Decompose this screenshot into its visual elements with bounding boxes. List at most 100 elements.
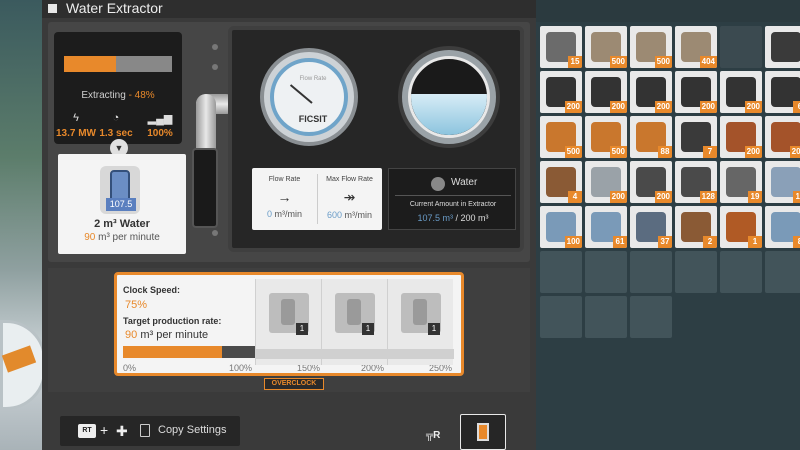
gauge-panel: Flow Rate FICSIT Flow Rate → 0 m³/min Ma… bbox=[228, 26, 524, 252]
water-extractor-window: Water Extractor Extracting - 48% ϟ 13.7 … bbox=[42, 0, 536, 450]
inventory-slot[interactable]: 200 bbox=[540, 71, 582, 113]
tick-label: 100% bbox=[229, 363, 253, 373]
inventory-slot[interactable]: 200 bbox=[585, 71, 627, 113]
item-quantity: 2 bbox=[703, 236, 717, 248]
flow-rate-title: Flow Rate bbox=[268, 176, 301, 183]
max-flow-value: 600 m³/min bbox=[317, 210, 382, 220]
gauge-face: Flow Rate FICSIT bbox=[270, 58, 348, 136]
extraction-progress-fill bbox=[64, 56, 116, 72]
inventory-slot[interactable]: 8 bbox=[765, 206, 800, 248]
document-icon bbox=[140, 424, 150, 437]
slot-bar bbox=[256, 349, 322, 359]
inventory-slot[interactable]: 61 bbox=[585, 206, 627, 248]
item-quantity: 200 bbox=[744, 146, 762, 158]
power-shard-slot[interactable]: 1 bbox=[321, 279, 388, 365]
inventory-slot-empty[interactable] bbox=[720, 251, 762, 293]
inventory-slot[interactable]: 200 bbox=[585, 161, 627, 203]
gauge-brand: FICSIT bbox=[298, 114, 328, 124]
output-amount: 107.5 bbox=[106, 198, 136, 211]
inventory-slot-empty[interactable] bbox=[585, 296, 627, 338]
cycle-value: 1.3 sec bbox=[99, 128, 133, 139]
inventory-slot[interactable]: 2 bbox=[675, 206, 717, 248]
flow-rate-gauge: Flow Rate FICSIT bbox=[260, 48, 358, 146]
standby-switch[interactable] bbox=[460, 414, 506, 450]
inventory-slot[interactable]: 404 bbox=[675, 26, 717, 68]
inventory-slot[interactable]: 200 bbox=[630, 161, 672, 203]
item-quantity: 200 bbox=[654, 101, 672, 113]
item-quantity: 200 bbox=[609, 191, 627, 203]
inventory-slot-empty[interactable] bbox=[540, 251, 582, 293]
item-quantity: 200 bbox=[654, 191, 672, 203]
inventory-slot[interactable]: 200 bbox=[675, 71, 717, 113]
target-rate-unit: m³ per minute bbox=[140, 329, 209, 341]
slot-count: 1 bbox=[296, 323, 308, 335]
inventory-slot-empty[interactable] bbox=[675, 251, 717, 293]
r-key-icon: ╦R bbox=[426, 430, 441, 441]
pipe-sleeve bbox=[192, 148, 218, 228]
inventory-slot[interactable]: 200 bbox=[765, 116, 800, 158]
slot-count: 1 bbox=[428, 323, 440, 335]
inventory-slot[interactable]: 88 bbox=[630, 116, 672, 158]
inventory-slot[interactable]: 200 bbox=[720, 71, 762, 113]
max-flow-column: Max Flow Rate ↠ 600 m³/min bbox=[317, 168, 382, 230]
inventory-slot[interactable]: 500 bbox=[540, 116, 582, 158]
inventory-slot[interactable]: 500 bbox=[585, 116, 627, 158]
clock-speed-slider[interactable] bbox=[123, 346, 255, 358]
clock-speed-area: Clock Speed: 75% Target production rate:… bbox=[48, 268, 530, 392]
inventory-slot[interactable]: 500 bbox=[630, 26, 672, 68]
item-quantity: 200 bbox=[744, 101, 762, 113]
cycle-stat: ◔ 1.3 sec bbox=[94, 112, 138, 139]
power-shard-slot[interactable]: 1 bbox=[255, 279, 322, 365]
target-rate-value[interactable]: 90 m³ per minute bbox=[125, 329, 208, 341]
inventory-slot[interactable]: 200 bbox=[630, 71, 672, 113]
inventory-slot-empty[interactable] bbox=[540, 296, 582, 338]
inventory-slot[interactable]: 19 bbox=[720, 161, 762, 203]
target-rate-label: Target production rate: bbox=[123, 316, 222, 326]
inventory-slot-empty[interactable] bbox=[585, 251, 627, 293]
inventory-slot[interactable]: 100 bbox=[540, 206, 582, 248]
power-shard-slot[interactable]: 1 bbox=[387, 279, 454, 365]
content-caption: Current Amount in Extractor bbox=[409, 201, 497, 208]
content-name: Water bbox=[451, 177, 478, 188]
slot-bar bbox=[322, 349, 388, 359]
item-quantity: 15 bbox=[568, 56, 582, 68]
bottom-bar: RT + ✚ Copy Settings ╦R bbox=[48, 398, 530, 450]
inventory-slot-empty[interactable] bbox=[765, 251, 800, 293]
dpad-icon: ✚ bbox=[116, 423, 128, 439]
overclock-label: OVERCLOCK bbox=[264, 378, 324, 390]
inventory-slot[interactable]: 10 bbox=[765, 161, 800, 203]
item-quantity: 500 bbox=[609, 56, 627, 68]
water-tank bbox=[398, 46, 500, 148]
output-panel[interactable]: 107.5 2 m³ Water 90 m³ per minute bbox=[58, 154, 186, 254]
slot-bar bbox=[388, 349, 454, 359]
content-current: 107.5 m³ bbox=[417, 213, 453, 223]
inventory-slot[interactable] bbox=[720, 26, 762, 68]
shard-inner bbox=[281, 299, 295, 325]
inventory-slot[interactable]: 6 bbox=[765, 71, 800, 113]
screw bbox=[212, 64, 218, 70]
switch-knob bbox=[477, 423, 489, 441]
inventory-slot-empty[interactable] bbox=[630, 296, 672, 338]
inventory-slot[interactable]: 37 bbox=[630, 206, 672, 248]
inventory-slot[interactable]: 128 bbox=[675, 161, 717, 203]
inventory-slot[interactable]: 4 bbox=[540, 161, 582, 203]
inventory-slot[interactable]: 1 bbox=[720, 206, 762, 248]
item-quantity: 128 bbox=[699, 191, 717, 203]
inventory-slot[interactable]: 7 bbox=[675, 116, 717, 158]
max-flow-title: Max Flow Rate bbox=[326, 176, 373, 183]
world-background bbox=[0, 0, 48, 450]
r-key-label: R bbox=[433, 430, 441, 441]
copy-settings-button[interactable]: RT + ✚ Copy Settings bbox=[60, 416, 240, 446]
water-drop-icon bbox=[431, 177, 445, 191]
clock-speed-value[interactable]: 75% bbox=[125, 299, 147, 311]
inventory-slot-empty[interactable] bbox=[630, 251, 672, 293]
tick-label: 0% bbox=[123, 363, 137, 373]
flow-rate-value: 0 m³/min bbox=[252, 209, 317, 219]
clock-speed-panel[interactable]: Clock Speed: 75% Target production rate:… bbox=[114, 272, 464, 376]
inventory-slot[interactable]: 500 bbox=[585, 26, 627, 68]
inventory-slot[interactable] bbox=[765, 26, 800, 68]
efficiency-value: 100% bbox=[147, 128, 173, 139]
item-quantity: 10 bbox=[793, 191, 800, 203]
inventory-slot[interactable]: 200 bbox=[720, 116, 762, 158]
inventory-slot[interactable]: 15 bbox=[540, 26, 582, 68]
